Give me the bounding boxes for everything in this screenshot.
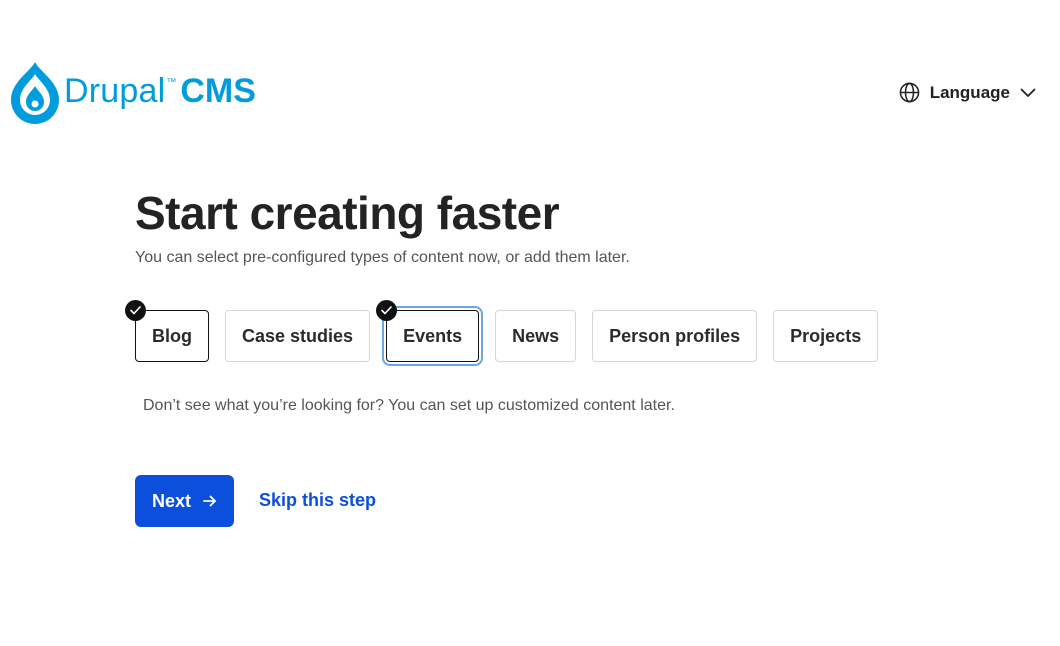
option-events[interactable]: Events: [376, 300, 480, 362]
language-label: Language: [929, 82, 1010, 102]
logo-cms: CMS: [180, 72, 256, 110]
page-title: Start creating faster: [135, 187, 560, 239]
chevron-down-icon: [1020, 88, 1036, 97]
option-projects[interactable]: Projects: [773, 310, 879, 362]
checkmark-icon: [376, 300, 398, 321]
option-label: Projects: [790, 325, 862, 346]
skip-step-link[interactable]: Skip this step: [259, 490, 376, 511]
globe-icon: [899, 82, 920, 103]
arrow-right-icon: [203, 495, 216, 507]
content-type-options: Blog Case studies Events News Person pro…: [125, 300, 879, 362]
hint-text: Don’t see what you’re looking for? You c…: [143, 397, 675, 414]
option-person-profiles[interactable]: Person profiles: [592, 310, 758, 362]
next-button-label: Next: [151, 490, 191, 511]
option-label: Person profiles: [609, 325, 741, 346]
logo-trademark: ™: [166, 77, 177, 88]
language-selector[interactable]: Language: [899, 82, 1036, 103]
drupal-cms-logo[interactable]: Drupal ™ CMS: [10, 60, 256, 124]
option-label: Blog: [152, 325, 192, 346]
logo-wordmark: Drupal: [64, 72, 166, 110]
option-label: News: [512, 325, 560, 346]
drupal-drop-icon: [11, 62, 59, 124]
option-case-studies[interactable]: Case studies: [225, 310, 371, 362]
option-news[interactable]: News: [495, 310, 577, 362]
page: Drupal ™ CMS Language Start creating fas…: [0, 0, 1060, 646]
next-button[interactable]: Next: [135, 475, 234, 527]
option-label: Case studies: [242, 325, 354, 346]
option-blog[interactable]: Blog: [125, 300, 209, 362]
page-subtitle: You can select pre-configured types of c…: [135, 249, 630, 266]
option-label: Events: [403, 325, 463, 346]
checkmark-icon: [125, 300, 146, 321]
